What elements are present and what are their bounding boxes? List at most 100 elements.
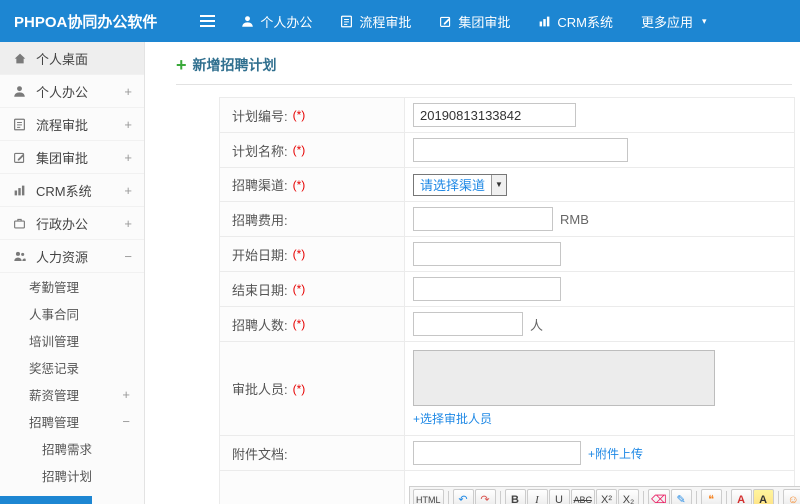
sidebar-item-attendance-management[interactable]: 考勤管理 <box>0 273 144 300</box>
field-label: 计划编号: (*) <box>220 98 405 132</box>
sidebar-item-label: 招聘计划 <box>42 470 93 484</box>
bold-button[interactable]: B <box>504 489 526 504</box>
sidebar-item-recruitment-management[interactable]: 招聘管理 − <box>0 408 144 435</box>
edit-icon <box>439 15 452 28</box>
choose-approver-link[interactable]: +选择审批人员 <box>413 410 492 427</box>
topnav-group-approval[interactable]: 集团审批 <box>439 12 510 31</box>
sidebar-item-label: 招聘需求 <box>42 443 93 457</box>
end-date-input[interactable] <box>413 277 561 301</box>
collapse-icon[interactable]: − <box>122 414 130 429</box>
expand-icon[interactable]: + <box>122 387 130 402</box>
field-cell: +附件上传 <box>405 436 794 470</box>
required-mark: (*) <box>292 381 306 396</box>
document-check-icon <box>13 117 28 131</box>
briefcase-icon <box>13 216 28 230</box>
undo-button[interactable]: ↶ <box>452 489 474 504</box>
font-color-button[interactable]: A <box>730 489 752 504</box>
attachment-input[interactable] <box>413 441 581 465</box>
sidebar-item-personal-desktop[interactable]: 个人桌面 <box>0 42 144 75</box>
label-text: 开始日期: <box>232 247 288 263</box>
add-icon: + <box>176 55 187 75</box>
html-source-button[interactable]: HTML <box>413 489 444 504</box>
sidebar-item-process-approval[interactable]: 流程审批 + <box>0 108 144 141</box>
superscript-button[interactable]: X² <box>596 489 618 504</box>
sidebar-item-training-management[interactable]: 培训管理 <box>0 327 144 354</box>
field-label: 结束日期: (*) <box>220 272 405 306</box>
topnav-label: 流程审批 <box>359 14 412 30</box>
plan-name-input[interactable] <box>413 138 628 162</box>
remove-format-button[interactable]: ⌫ <box>648 489 670 504</box>
sidebar-item-label: 人事合同 <box>29 308 80 322</box>
user-icon <box>13 84 28 98</box>
sidebar-item-label: 人力资源 <box>36 249 89 265</box>
sidebar-item-personal-office[interactable]: 个人办公 + <box>0 75 144 108</box>
underline-button[interactable]: U <box>548 489 570 504</box>
topnav-process-approval[interactable]: 流程审批 <box>340 12 411 31</box>
topbar: PHPOA协同办公软件 个人办公 流程审批 集团审批 CRM系统 更多应用 ▾ <box>0 0 800 42</box>
rich-text-editor: HTML ↶ ↷ B I U ABC X² X₂ ⌫ ✎ ❝ A A ☺ <box>405 471 800 504</box>
field-cell: 请选择渠道 ▼ <box>405 168 794 201</box>
label-text: 结束日期: <box>232 282 288 298</box>
field-label: 开始日期: (*) <box>220 237 405 271</box>
strikethrough-button[interactable]: ABC <box>570 489 596 504</box>
sidebar-item-label: 奖惩记录 <box>29 362 80 376</box>
sidebar-item-recruitment-needs[interactable]: 招聘需求 <box>0 435 144 462</box>
channel-select[interactable]: 请选择渠道 ▼ <box>413 173 508 196</box>
topnav-crm-system[interactable]: CRM系统 <box>538 12 613 31</box>
collapse-icon[interactable]: − <box>124 249 132 264</box>
label-text: 审批人员: <box>232 382 288 397</box>
sidebar-item-admin-office[interactable]: 行政办公 + <box>0 207 144 240</box>
form-row-content-editor: HTML ↶ ↷ B I U ABC X² X₂ ⌫ ✎ ❝ A A ☺ <box>220 471 800 504</box>
toolbar-separator <box>643 491 645 504</box>
blockquote-button[interactable]: ❝ <box>700 489 722 504</box>
toolbar-separator <box>695 491 697 504</box>
expand-icon[interactable]: + <box>124 84 132 99</box>
form-row-headcount: 招聘人数: (*) 人 <box>220 307 794 342</box>
subscript-button[interactable]: X₂ <box>618 489 640 504</box>
format-painter-button[interactable]: ✎ <box>670 489 692 504</box>
sidebar-item-crm-system[interactable]: CRM系统 + <box>0 174 144 207</box>
approver-textarea[interactable] <box>413 350 715 406</box>
highlight-color-button[interactable]: A <box>752 489 774 504</box>
required-mark: (*) <box>292 143 306 157</box>
field-cell <box>405 98 794 132</box>
start-date-input[interactable] <box>413 242 561 266</box>
label-text: 计划编号: <box>232 108 288 124</box>
redo-button[interactable]: ↷ <box>474 489 496 504</box>
sidebar-item-label: 个人办公 <box>36 84 89 100</box>
sidebar-item-recruitment-plan[interactable]: 招聘计划 <box>0 462 144 489</box>
expand-icon[interactable]: + <box>124 117 132 132</box>
sidebar-item-personnel-contract[interactable]: 人事合同 <box>0 300 144 327</box>
bar-chart-icon <box>13 183 28 197</box>
expand-icon[interactable]: + <box>124 183 132 198</box>
menu-toggle-button[interactable] <box>197 13 217 29</box>
sidebar-item-label: CRM系统 <box>36 183 92 199</box>
field-label <box>220 471 405 504</box>
plan-number-input[interactable] <box>413 103 576 127</box>
topnav-personal-office[interactable]: 个人办公 <box>241 12 312 31</box>
form-row-channel: 招聘渠道: (*) 请选择渠道 ▼ <box>220 168 794 202</box>
topnav-more-apps[interactable]: 更多应用 ▾ <box>641 12 707 31</box>
document-check-icon <box>340 15 353 28</box>
emoticon-button[interactable]: ☺ <box>782 489 800 504</box>
main-content: + 新增招聘计划 计划编号: (*) 计划名称: (*) 招聘渠道: <box>146 42 800 504</box>
fee-input[interactable] <box>413 207 553 231</box>
italic-button[interactable]: I <box>526 489 548 504</box>
sidebar-item-group-approval[interactable]: 集团审批 + <box>0 141 144 174</box>
headcount-input[interactable] <box>413 312 523 336</box>
topnav-label: CRM系统 <box>557 14 613 30</box>
sidebar-item-human-resources[interactable]: 人力资源 − <box>0 240 144 273</box>
topnav-label: 个人办公 <box>260 14 313 30</box>
sidebar-footer-bar <box>0 496 92 504</box>
expand-icon[interactable]: + <box>124 150 132 165</box>
sidebar-item-reward-punishment-records[interactable]: 奖惩记录 <box>0 354 144 381</box>
toolbar-separator <box>447 491 449 504</box>
sidebar-item-salary-management[interactable]: 薪资管理 + <box>0 381 144 408</box>
expand-icon[interactable]: + <box>124 216 132 231</box>
label-text: 招聘费用: <box>232 212 288 228</box>
label-text: 招聘渠道: <box>232 178 288 193</box>
upload-attachment-link[interactable]: +附件上传 <box>588 445 643 462</box>
editor-toolbar-row1: HTML ↶ ↷ B I U ABC X² X₂ ⌫ ✎ ❝ A A ☺ <box>409 486 800 504</box>
sidebar-item-label: 流程审批 <box>36 117 89 133</box>
field-cell: +选择审批人员 <box>405 342 794 435</box>
